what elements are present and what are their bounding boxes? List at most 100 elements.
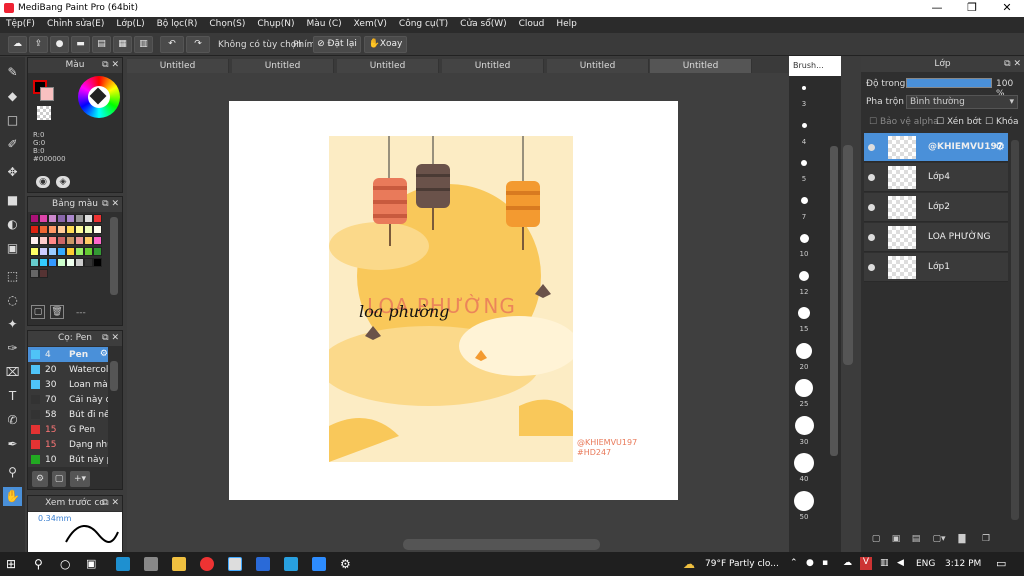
undo-button[interactable]: ↶ xyxy=(160,36,184,53)
palette-swatch[interactable] xyxy=(84,247,93,256)
text-tool-icon[interactable]: T xyxy=(3,387,22,406)
brush-size-dot[interactable] xyxy=(796,342,812,359)
speech-icon[interactable]: ▬ xyxy=(71,36,90,53)
panel-close-icon[interactable]: ⧉ ✕ xyxy=(102,331,119,345)
dropper-tool-icon[interactable]: ✒ xyxy=(3,435,22,454)
grid-icon[interactable]: ▦ xyxy=(113,36,132,53)
comment-icon[interactable]: ● xyxy=(50,36,69,53)
palette-swatch[interactable] xyxy=(66,247,75,256)
panel-close-icon[interactable]: ⧉ ✕ xyxy=(102,197,119,211)
palette-swatch[interactable] xyxy=(84,214,93,223)
palette-swatch[interactable] xyxy=(48,225,57,234)
palette-scrollbar[interactable] xyxy=(110,217,118,295)
search-icon[interactable]: ⚲ xyxy=(34,557,48,571)
brush-size-dot[interactable] xyxy=(801,160,807,166)
color-picker-icon[interactable]: ◉ xyxy=(36,176,50,188)
new-layer-icon[interactable]: ▢ xyxy=(869,534,883,548)
magic-wand-tool-icon[interactable]: ✦ xyxy=(3,315,22,334)
brush-size-dot[interactable] xyxy=(794,490,814,511)
blend-select[interactable]: Bình thường ▾ xyxy=(906,95,1018,109)
reset-button[interactable]: ⊘ Đặt lại xyxy=(313,36,361,53)
select-pen-tool-icon[interactable]: ✑ xyxy=(3,339,22,358)
palette-swatch[interactable] xyxy=(30,269,39,278)
palette-swatch[interactable] xyxy=(93,214,102,223)
tab-untitled-2[interactable]: Untitled xyxy=(232,59,334,73)
palette-swatch[interactable] xyxy=(57,258,66,267)
palette-swatch[interactable] xyxy=(39,258,48,267)
palette-swatch[interactable] xyxy=(48,247,57,256)
palette-swatch[interactable] xyxy=(39,225,48,234)
minimize-button[interactable]: — xyxy=(920,0,954,17)
layer-scrollbar[interactable] xyxy=(1011,140,1019,520)
palette-swatch[interactable] xyxy=(75,236,84,245)
store-icon[interactable] xyxy=(144,557,158,571)
opacity-slider[interactable] xyxy=(906,78,992,88)
microphone-icon[interactable]: ● xyxy=(806,558,814,568)
lasso-tool-icon[interactable]: ◌ xyxy=(3,291,22,310)
panel-close-icon[interactable]: ⧉ ✕ xyxy=(102,58,119,72)
bucket-tool-icon[interactable]: ◐ xyxy=(3,215,22,234)
cloud-icon[interactable]: ☁ xyxy=(8,36,27,53)
clip-checkbox[interactable]: ☐ Xén bớt xyxy=(936,117,982,127)
redo-button[interactable]: ↷ xyxy=(186,36,210,53)
brush-size-dot[interactable] xyxy=(794,453,814,473)
hand-tool-icon[interactable]: ✋ xyxy=(3,487,22,506)
word-icon[interactable] xyxy=(256,557,270,571)
tiles-icon[interactable]: ▥ xyxy=(134,36,153,53)
select-eraser-tool-icon[interactable]: ⌧ xyxy=(3,363,22,382)
palette-swatch[interactable] xyxy=(48,258,57,267)
upload-icon[interactable]: ⇪ xyxy=(29,36,48,53)
palette-swatch[interactable] xyxy=(75,214,84,223)
gear-icon[interactable]: ⚙ xyxy=(100,349,108,359)
brush-add-icon[interactable]: +▾ xyxy=(70,471,90,487)
gear-icon[interactable]: ⚙ xyxy=(995,140,1005,153)
palette-swatch[interactable] xyxy=(57,214,66,223)
brush-item[interactable]: 20 Watercol xyxy=(28,362,108,377)
brush-item[interactable]: 30 Loan màu xyxy=(28,377,108,392)
tab-untitled-3[interactable]: Untitled xyxy=(337,59,439,73)
windows-start-icon[interactable]: ⊞ xyxy=(6,557,20,571)
gradient-tool-icon[interactable]: ▣ xyxy=(3,239,22,258)
tray-chevron-icon[interactable]: ⌃ xyxy=(790,558,798,568)
weather-text[interactable]: 79°F Partly clo... xyxy=(705,559,779,569)
brush-item[interactable]: 58 Bút đi nế xyxy=(28,407,108,422)
palette-swatch[interactable] xyxy=(75,258,84,267)
palette-swatch[interactable] xyxy=(66,214,75,223)
cloud-tray-icon[interactable]: ☁ xyxy=(843,558,852,568)
brush-size-dot[interactable] xyxy=(799,233,809,243)
canvas-vertical-scrollbar[interactable] xyxy=(843,145,853,365)
palette-swatch[interactable] xyxy=(30,247,39,256)
color-settings-icon[interactable]: ◈ xyxy=(56,176,70,188)
layer-row[interactable]: @KHIEMVU197 ⚙ xyxy=(864,133,1008,162)
brush-scrollbar[interactable] xyxy=(110,361,118,391)
palette-swatch[interactable] xyxy=(39,269,48,278)
palette-swatch[interactable] xyxy=(93,258,102,267)
eraser-tool-icon[interactable]: ◆ xyxy=(3,87,22,106)
pen-tool-icon[interactable]: ✐ xyxy=(3,135,22,154)
panel-close-icon[interactable]: ⧉ ✕ xyxy=(1004,57,1021,71)
brush-tool-icon[interactable]: ✎ xyxy=(3,63,22,82)
palette-swatch[interactable] xyxy=(66,258,75,267)
palette-swatch[interactable] xyxy=(57,225,66,234)
eye-icon[interactable] xyxy=(868,234,875,241)
camera-icon[interactable]: ▪ xyxy=(822,558,828,568)
palette-swatch[interactable] xyxy=(39,236,48,245)
transparent-color-swatch[interactable] xyxy=(37,106,51,120)
lock-checkbox[interactable]: ☐ Khóa xyxy=(985,117,1019,127)
new-raster-layer-icon[interactable]: ▣ xyxy=(889,534,903,548)
delete-swatch-icon[interactable]: 🗑 xyxy=(50,305,64,319)
palette-swatch[interactable] xyxy=(93,236,102,245)
task-view-icon[interactable]: ▣ xyxy=(86,557,100,571)
canvas-horizontal-scrollbar[interactable] xyxy=(403,539,600,550)
network-icon[interactable]: ▥ xyxy=(880,558,889,568)
eye-icon[interactable] xyxy=(868,264,875,271)
palette-swatch[interactable] xyxy=(93,225,102,234)
protect-alpha-checkbox[interactable]: ☐ Bảo vệ alpha xyxy=(869,117,939,127)
eye-icon[interactable] xyxy=(868,144,875,151)
tab-untitled-6[interactable]: Untitled xyxy=(650,59,752,73)
brush-item[interactable]: 4 Pen ⚙ xyxy=(28,347,108,362)
layer-row[interactable]: LOA PHƯỜNG xyxy=(864,223,1008,252)
select-rect-tool-icon[interactable]: ⬚ xyxy=(3,267,22,286)
new-swatch-icon[interactable]: ▢ xyxy=(31,305,45,319)
edge-icon[interactable] xyxy=(116,557,130,571)
